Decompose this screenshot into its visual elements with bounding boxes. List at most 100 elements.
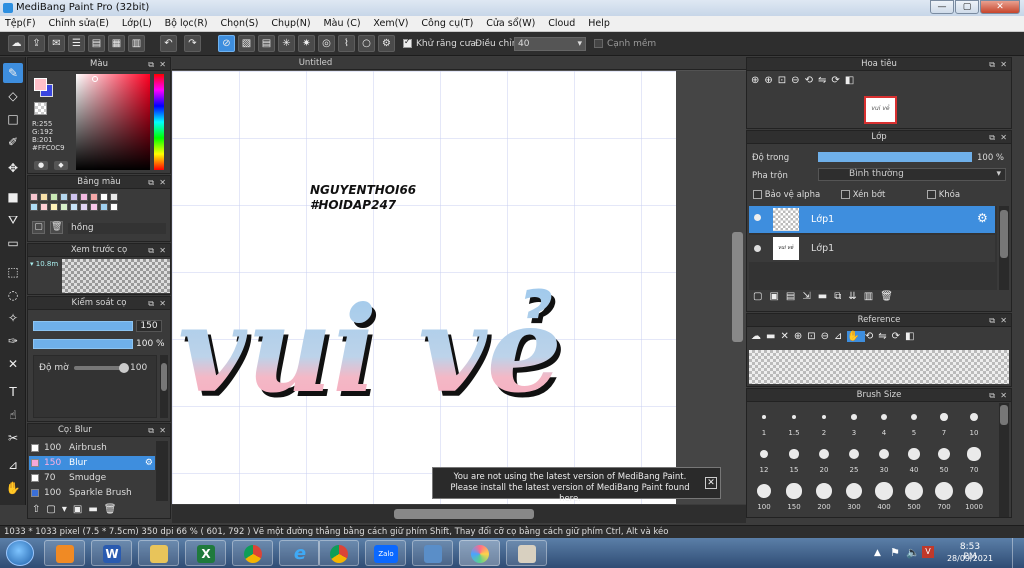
undock-icon[interactable]: ⧉ <box>989 390 995 402</box>
palette-swatch[interactable] <box>40 193 48 201</box>
brush-size-option[interactable]: 4 <box>870 407 898 437</box>
folder-icon[interactable]: ▬ <box>88 504 103 515</box>
menu-select[interactable]: Chọn(S) <box>216 16 264 29</box>
mirror-icon[interactable]: ◧ <box>845 75 859 86</box>
brush-size-option[interactable]: 30 <box>870 444 898 474</box>
folder-icon[interactable]: ▬ <box>818 291 834 302</box>
undock-icon[interactable]: ⧉ <box>989 132 995 144</box>
gradient-tool-icon[interactable]: ▭ <box>3 233 23 253</box>
page-icon[interactable]: ▤ <box>88 35 105 52</box>
lasso-tool-icon[interactable]: ◌ <box>3 285 23 305</box>
layer-scroll-thumb[interactable] <box>1000 210 1008 258</box>
gear-icon[interactable]: ⚙ <box>145 456 153 470</box>
brush-size-slider[interactable] <box>33 321 133 331</box>
select-tool-icon[interactable]: ⬚ <box>3 262 23 282</box>
zoom-in-icon[interactable]: ⊕ <box>764 75 777 86</box>
brush-size-option[interactable]: 12 <box>750 444 778 474</box>
palette-name[interactable]: hồng <box>68 223 166 234</box>
merge-layer-icon[interactable]: ⇊ <box>848 291 863 302</box>
palette-swatch[interactable] <box>60 203 68 211</box>
brush-list-item[interactable]: 100 Airbrush <box>29 441 155 455</box>
brush-size-option[interactable]: 40 <box>900 444 928 474</box>
reset-icon[interactable]: ⟳ <box>892 331 905 342</box>
navigator-thumbnail[interactable]: vui vẻ <box>864 96 897 124</box>
parallel-snap-icon[interactable]: ▧ <box>238 35 255 52</box>
reference-canvas[interactable] <box>749 350 1009 384</box>
brush-size-scroll-thumb[interactable] <box>1000 405 1008 425</box>
open-file-icon[interactable]: ▬ <box>766 331 780 342</box>
taskbar-explorer[interactable] <box>138 540 179 566</box>
primary-color-swatch[interactable] <box>34 78 47 91</box>
palette-swatch[interactable] <box>100 203 108 211</box>
saturation-value-picker[interactable] <box>76 74 150 170</box>
select-pen-icon[interactable]: ✑ <box>3 331 23 351</box>
palette-swatch[interactable] <box>40 203 48 211</box>
close-notification-icon[interactable]: ✕ <box>705 477 717 489</box>
new-palette-icon[interactable]: ▢ <box>32 221 45 234</box>
menu-tools[interactable]: Công cụ(T) <box>416 16 478 29</box>
palette-swatch[interactable] <box>30 193 38 201</box>
brush-size-option[interactable]: 150 <box>780 481 808 511</box>
palette-swatch[interactable] <box>90 203 98 211</box>
close-icon[interactable]: ✕ <box>1000 59 1007 71</box>
menu-filter[interactable]: Bộ lọc(R) <box>160 16 213 29</box>
taskbar-paint[interactable] <box>506 540 547 566</box>
close-icon[interactable]: ✕ <box>159 245 166 257</box>
palette-swatch[interactable] <box>80 203 88 211</box>
fit-icon[interactable]: ⊡ <box>807 331 820 342</box>
horizontal-scrollbar[interactable] <box>172 505 746 523</box>
curve-snap-icon[interactable]: ⌇ <box>338 35 355 52</box>
brush-size-option[interactable]: 400 <box>870 481 898 511</box>
brush-list-item[interactable]: 150 Blur ⚙ <box>29 456 155 470</box>
brush-size-option[interactable]: 1000 <box>960 481 988 511</box>
trash-icon[interactable]: 🗑 <box>104 504 123 515</box>
brush-menu-icon[interactable]: ▾ <box>62 504 73 515</box>
menu-layer[interactable]: Lớp(L) <box>117 16 157 29</box>
new-halftone-icon[interactable]: ▤ <box>786 291 802 302</box>
flip-icon[interactable]: ⇋ <box>878 331 891 342</box>
brush-size-option[interactable]: 70 <box>960 444 988 474</box>
dot-tool-icon[interactable]: □ <box>3 109 23 129</box>
zoom-in-icon[interactable]: ⊕ <box>794 331 807 342</box>
brush-tool-icon[interactable]: ✎ <box>3 63 23 83</box>
brush-size-option[interactable]: 500 <box>900 481 928 511</box>
maximize-button[interactable]: ▢ <box>955 0 979 14</box>
update-notification[interactable]: You are not using the latest version of … <box>432 467 721 504</box>
close-icon[interactable]: ✕ <box>1000 315 1007 327</box>
zoom-out-icon[interactable]: ⊖ <box>791 75 804 86</box>
brush-size-option[interactable]: 10 <box>960 407 988 437</box>
cross-snap-icon[interactable]: ▤ <box>258 35 275 52</box>
brush-size-option[interactable]: 100 <box>750 481 778 511</box>
layer-property-icon[interactable]: ▥ <box>864 291 880 302</box>
new-raster-icon[interactable]: ▣ <box>769 291 785 302</box>
mirror-icon[interactable]: ◧ <box>905 331 919 342</box>
divide-tool-icon[interactable]: ✂ <box>3 428 23 448</box>
antivirus-icon[interactable]: V <box>922 546 934 558</box>
opacity-track[interactable] <box>74 363 129 373</box>
taskbar-ie[interactable]: e <box>279 540 320 566</box>
palette-swatch[interactable] <box>70 203 78 211</box>
close-icon[interactable]: ✕ <box>1000 132 1007 144</box>
chat-icon[interactable]: ☰ <box>68 35 85 52</box>
brush-size-option[interactable]: 3 <box>840 407 868 437</box>
clock-date[interactable]: 28/09/2021 <box>944 554 996 563</box>
palette-swatch[interactable] <box>70 193 78 201</box>
palette-swatch[interactable] <box>60 193 68 201</box>
close-icon[interactable]: ✕ <box>780 331 793 342</box>
menu-snap[interactable]: Chụp(N) <box>266 16 315 29</box>
flag-icon[interactable]: ⚑ <box>890 546 900 559</box>
blur-tool-icon[interactable]: ✐ <box>3 132 23 152</box>
adjust-select[interactable]: 40 ▾ <box>514 37 586 51</box>
rotate-icon[interactable]: ⟲ <box>865 331 878 342</box>
menu-file[interactable]: Tệp(F) <box>0 16 41 29</box>
duplicate-layer-icon[interactable]: ⧉ <box>834 291 848 302</box>
brush-size-option[interactable]: 1 <box>750 407 778 437</box>
settings-icon[interactable]: ⚙ <box>378 35 395 52</box>
circle-snap-icon[interactable]: ○ <box>358 35 375 52</box>
new-brush-icon[interactable]: ▢ <box>46 504 61 515</box>
tray-arrow-icon[interactable]: ▲ <box>874 548 881 558</box>
fit-icon[interactable]: ⊡ <box>778 75 791 86</box>
lock-option[interactable]: Khóa <box>927 190 960 200</box>
trash-icon[interactable]: 🗑 <box>880 291 900 302</box>
taskbar-medibang[interactable] <box>459 540 500 566</box>
